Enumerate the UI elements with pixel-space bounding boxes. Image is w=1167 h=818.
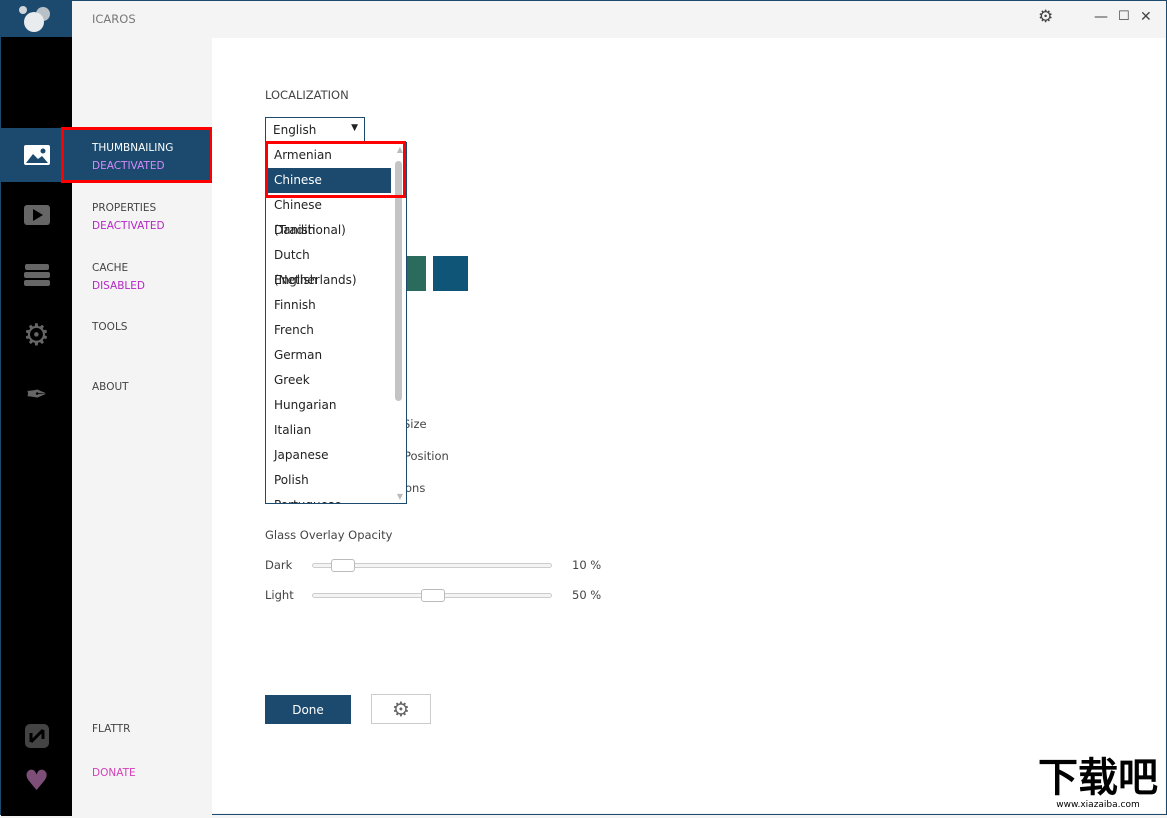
minimize-icon[interactable]: — <box>1094 9 1108 25</box>
nav-label: ABOUT <box>92 381 129 393</box>
nav-about[interactable]: ABOUT <box>72 378 212 432</box>
app-logo <box>1 1 72 37</box>
chevron-down-icon: ▼ <box>351 123 358 133</box>
settings-button[interactable]: ⚙ <box>371 694 431 724</box>
app-window: ICAROS ⚙ — ☐ ✕ ⚙ ✒ ♥ THUMBNAILING DEACTIV… <box>0 0 1167 818</box>
close-icon[interactable]: ✕ <box>1140 9 1152 25</box>
dark-value: 10 % <box>572 558 602 572</box>
slider-thumb[interactable] <box>331 559 355 572</box>
slider-label-light: Light <box>265 588 294 602</box>
sidebar-nav: THUMBNAILING DEACTIVATED PROPERTIES DEACTI… <box>61 38 213 818</box>
glass-overlay-label: Glass Overlay Opacity <box>265 528 393 542</box>
nav-status: DEACTIVATED <box>92 160 165 172</box>
pen-icon[interactable]: ✒ <box>1 368 72 422</box>
nav-status: DISABLED <box>92 280 145 292</box>
language-option[interactable]: Portuguese <box>267 493 391 503</box>
language-dropdown-list[interactable]: Armenian Chinese (Simplified) Chinese (T… <box>265 142 407 504</box>
nav-label: PROPERTIES <box>92 202 157 214</box>
scroll-up-icon[interactable]: ▲ <box>397 145 403 154</box>
nav-status: DEACTIVATED <box>92 220 165 232</box>
color-swatch-blue[interactable] <box>433 256 468 291</box>
nav-label: DONATE <box>92 767 136 779</box>
light-slider[interactable] <box>312 589 552 602</box>
option-label-position: Position <box>404 449 449 463</box>
option-label-ons: ons <box>405 481 426 495</box>
app-title: ICAROS <box>92 12 136 26</box>
dark-slider[interactable] <box>312 559 552 572</box>
language-option[interactable]: German <box>267 343 391 368</box>
slider-thumb[interactable] <box>421 589 445 602</box>
language-option[interactable]: Polish <box>267 468 391 493</box>
language-option[interactable]: Dutch (Netherlands) <box>267 243 391 287</box>
language-option[interactable]: Armenian <box>267 143 391 168</box>
nav-properties[interactable]: PROPERTIES DEACTIVATED <box>72 188 212 242</box>
gear-icon[interactable]: ⚙ <box>1038 7 1053 27</box>
nav-cache[interactable]: CACHE DISABLED <box>72 248 212 302</box>
localization-label: LOCALIZATION <box>265 88 349 102</box>
play-icon[interactable] <box>1 188 72 242</box>
nav-donate[interactable]: DONATE <box>72 764 212 818</box>
nav-label: TOOLS <box>92 321 128 333</box>
heart-icon[interactable]: ♥ <box>1 753 72 807</box>
scroll-down-icon[interactable]: ▼ <box>397 492 403 501</box>
nav-label: THUMBNAILING <box>92 142 174 154</box>
language-option[interactable]: Hungarian <box>267 393 391 418</box>
selected-language: English <box>273 123 317 137</box>
language-option[interactable]: Finnish <box>267 293 391 318</box>
language-option[interactable]: French <box>267 318 391 343</box>
watermark-logo: 下载吧 www.xiazaiba.com <box>1032 756 1164 812</box>
maximize-icon[interactable]: ☐ <box>1118 9 1130 24</box>
slider-label-dark: Dark <box>265 558 293 572</box>
language-option-highlighted[interactable]: Chinese (Simplified) <box>267 168 391 212</box>
scrollbar-thumb[interactable] <box>395 161 402 401</box>
nav-label: FLATTR <box>92 723 131 735</box>
language-option[interactable]: Greek <box>267 368 391 393</box>
gear-wrench-icon[interactable]: ⚙ <box>1 308 72 362</box>
light-value: 50 % <box>572 588 602 602</box>
nav-tools[interactable]: TOOLS <box>72 318 212 372</box>
language-option[interactable]: Italian <box>267 418 391 443</box>
stack-icon[interactable] <box>1 248 72 302</box>
language-option[interactable]: Japanese <box>267 443 391 468</box>
done-button[interactable]: Done <box>265 695 351 724</box>
gear-icon: ⚙ <box>392 697 410 721</box>
title-bar: ICAROS ⚙ — ☐ ✕ <box>72 1 1166 38</box>
nav-label: CACHE <box>92 262 129 274</box>
nav-thumbnailing[interactable]: THUMBNAILING DEACTIVATED <box>61 127 213 183</box>
language-select[interactable]: English ▼ <box>265 117 365 142</box>
main-panel: LOCALIZATION English ▼ Size Position ons … <box>212 38 1165 813</box>
